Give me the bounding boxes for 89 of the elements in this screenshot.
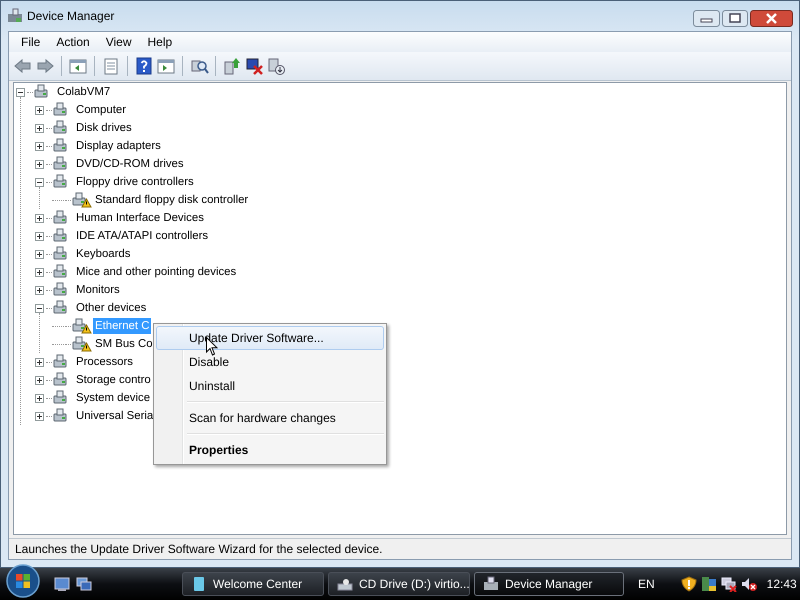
window-title: Device Manager (27, 9, 114, 23)
expand-icon[interactable] (35, 142, 44, 150)
device-icon (54, 390, 66, 404)
start-button[interactable] (6, 564, 40, 598)
tree-item[interactable]: Human Interface Devices (74, 210, 206, 226)
update-driver-icon[interactable] (222, 56, 242, 76)
device-icon (54, 156, 66, 170)
menu-item[interactable]: Scan for hardware changes (156, 406, 384, 430)
tree-item[interactable]: ColabVM7 (55, 84, 112, 100)
expand-icon[interactable] (35, 106, 44, 114)
device-icon (72, 192, 86, 206)
expand-icon[interactable] (35, 160, 44, 168)
expand-icon[interactable] (35, 232, 44, 240)
tree-item[interactable]: Keyboards (74, 246, 132, 262)
device-icon (72, 318, 86, 332)
tree-item[interactable]: IDE ATA/ATAPI controllers (74, 228, 210, 244)
tree-item[interactable]: Standard floppy disk controller (93, 192, 250, 208)
taskbar-button[interactable]: CD Drive (D:) virtio... (328, 572, 470, 596)
expand-icon[interactable] (35, 250, 44, 258)
maximize-icon[interactable] (722, 10, 748, 27)
volume-muted-icon[interactable] (740, 576, 757, 592)
language-indicator[interactable]: EN (638, 577, 655, 591)
expand-icon[interactable] (35, 268, 44, 276)
device-icon (54, 174, 66, 188)
uninstall-device-icon[interactable] (266, 56, 286, 76)
tree-item[interactable]: Disk drives (74, 120, 134, 136)
tree-item[interactable]: Computer (74, 102, 128, 118)
help-icon[interactable] (134, 56, 154, 76)
device-icon (54, 228, 66, 242)
device-icon (54, 120, 66, 134)
switch-windows-icon[interactable] (76, 576, 92, 592)
tree-item[interactable]: Display adapters (74, 138, 163, 154)
tree-item[interactable]: System device (74, 390, 152, 406)
expand-icon[interactable] (35, 412, 44, 420)
device-icon (54, 138, 66, 152)
device-icon (54, 408, 66, 422)
expand-icon[interactable] (35, 214, 44, 222)
window-icon (191, 576, 207, 592)
tree-item[interactable]: Universal Seria (74, 408, 156, 424)
sidebar-icon[interactable] (700, 576, 717, 592)
menu-item[interactable]: Properties (156, 438, 384, 462)
desktop-icon[interactable] (54, 576, 70, 592)
shield-icon[interactable] (680, 576, 697, 592)
tree-item[interactable]: Processors (74, 354, 135, 370)
expand-icon[interactable] (35, 376, 44, 384)
device-icon (54, 246, 66, 260)
device-icon (34, 84, 48, 98)
device-icon (54, 102, 66, 116)
menu-item[interactable]: Action (48, 35, 98, 49)
disable-device-icon[interactable] (244, 56, 264, 76)
device-icon (54, 300, 66, 314)
clock[interactable]: 12:43 (766, 577, 797, 591)
taskbar-button[interactable]: Welcome Center (182, 572, 324, 596)
device-icon (54, 354, 66, 368)
taskbar-button[interactable]: Device Manager (474, 572, 624, 596)
tree-item[interactable]: Storage contro (74, 372, 153, 388)
device-icon (54, 282, 66, 296)
device-icon (72, 336, 86, 350)
collapse-icon[interactable] (35, 178, 44, 186)
expand-icon[interactable] (35, 124, 44, 132)
menu-item[interactable]: Help (140, 35, 180, 49)
collapse-icon[interactable] (16, 88, 25, 96)
expand-icon[interactable] (35, 358, 44, 366)
status-text: Launches the Update Driver Software Wizard for the selected device. (15, 542, 383, 556)
menu-item[interactable]: View (98, 35, 140, 49)
app-icon (7, 8, 23, 24)
network-disconnected-icon[interactable] (720, 576, 737, 592)
device-icon (54, 372, 66, 386)
tree-item[interactable]: Other devices (74, 300, 148, 316)
tree-item[interactable]: DVD/CD-ROM drives (74, 156, 186, 172)
menu-item[interactable]: Update Driver Software... (156, 326, 384, 350)
window-icon (337, 576, 353, 592)
back-arrow-icon[interactable] (13, 56, 33, 76)
window-icon (483, 576, 499, 592)
menu-item[interactable]: Uninstall (156, 374, 384, 398)
expand-icon[interactable] (35, 394, 44, 402)
tree-item[interactable]: Mice and other pointing devices (74, 264, 238, 280)
menu-item[interactable]: Disable (156, 350, 384, 374)
minimize-icon[interactable] (693, 10, 720, 27)
tree-item[interactable]: Monitors (74, 282, 122, 298)
expand-icon[interactable] (35, 286, 44, 294)
tree-item[interactable]: Floppy drive controllers (74, 174, 196, 190)
tree-item[interactable]: SM Bus Co (93, 336, 155, 352)
forward-arrow-icon[interactable] (35, 56, 55, 76)
device-icon (54, 264, 66, 278)
device-icon (54, 210, 66, 224)
close-icon[interactable] (750, 10, 793, 27)
menu-item[interactable]: File (13, 35, 48, 49)
collapse-icon[interactable] (35, 304, 44, 312)
